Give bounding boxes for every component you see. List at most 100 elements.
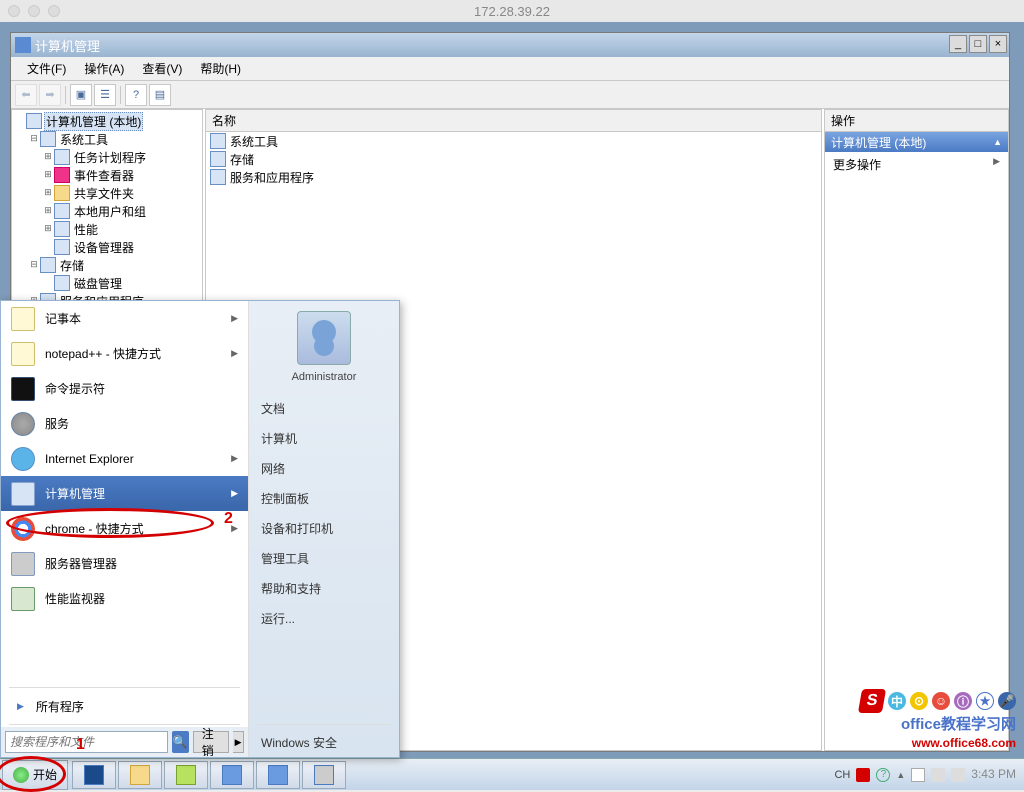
tree-shared-folders[interactable]: ⊞共享文件夹 <box>42 184 200 202</box>
servermgr-task-icon <box>222 765 242 785</box>
minimize-button[interactable]: _ <box>949 35 967 53</box>
start-search-button[interactable]: 🔍 <box>172 731 189 753</box>
start-right-help[interactable]: 帮助和支持 <box>249 573 399 603</box>
start-search-input[interactable] <box>5 731 168 753</box>
maximize-button[interactable]: □ <box>969 35 987 53</box>
tree-event-viewer[interactable]: ⊞事件查看器 <box>42 166 200 184</box>
mgmt-app-icon <box>15 37 31 53</box>
start-right-admin-tools[interactable]: 管理工具 <box>249 543 399 573</box>
nav-back-button: ⬅ <box>15 84 37 106</box>
task-explorer[interactable] <box>118 761 162 789</box>
start-right-documents[interactable]: 文档 <box>249 393 399 423</box>
tree-performance[interactable]: ⊞性能 <box>42 220 200 238</box>
tray-network-icon[interactable] <box>931 768 945 782</box>
tray-sound-icon[interactable] <box>951 768 965 782</box>
watermark: S 中 ⊙ ☺ ⓘ ★ 🎤 office教程学习网 www.office68.c… <box>860 689 1016 750</box>
task-powershell[interactable] <box>72 761 116 789</box>
start-button[interactable]: 开始 <box>2 760 68 790</box>
notepadpp-task-icon <box>176 765 196 785</box>
up-button[interactable]: ▣ <box>70 84 92 106</box>
tree-local-users[interactable]: ⊞本地用户和组 <box>42 202 200 220</box>
start-right-computer[interactable]: 计算机 <box>249 423 399 453</box>
start-logout-more[interactable]: ▶ <box>233 731 244 753</box>
start-item-notepadpp[interactable]: notepad++ - 快捷方式▶ <box>1 336 248 371</box>
actions-panel: 操作 计算机管理 (本地)▲ 更多操作▶ <box>824 109 1009 751</box>
ie-icon <box>11 447 35 471</box>
menu-view[interactable]: 查看(V) <box>134 58 190 79</box>
tree-system-tools[interactable]: ⊟系统工具 <box>28 130 200 148</box>
tree-task-scheduler[interactable]: ⊞任务计划程序 <box>42 148 200 166</box>
start-item-perfmon[interactable]: 性能监视器 <box>1 581 248 616</box>
tree-disk-mgmt[interactable]: 磁盘管理 <box>42 274 200 292</box>
tools-icon <box>210 133 226 149</box>
start-item-services[interactable]: 服务 <box>1 406 248 441</box>
services-icon <box>11 412 35 436</box>
mgmt-titlebar[interactable]: 计算机管理 _ □ × <box>11 33 1009 57</box>
user-avatar[interactable] <box>297 311 351 365</box>
cmd-icon <box>11 377 35 401</box>
start-all-programs[interactable]: ▶所有程序 <box>1 690 248 722</box>
start-right-network[interactable]: 网络 <box>249 453 399 483</box>
task-other[interactable] <box>302 761 346 789</box>
compmgmt-task-icon <box>268 765 288 785</box>
refresh-button[interactable]: ▤ <box>149 84 171 106</box>
tray-help-icon[interactable]: ? <box>876 768 890 782</box>
annotation-number-2: 2 <box>224 510 233 528</box>
tray-clock[interactable]: 3:43 PM <box>971 769 1016 781</box>
remote-host-title: 172.28.39.22 <box>0 4 1024 19</box>
help-button[interactable]: ? <box>125 84 147 106</box>
actions-more[interactable]: 更多操作▶ <box>825 152 1008 177</box>
task-servermgr[interactable] <box>210 761 254 789</box>
actions-context: 计算机管理 (本地)▲ <box>825 132 1008 152</box>
user-name[interactable]: Administrator <box>249 371 399 383</box>
explorer-icon <box>130 765 150 785</box>
close-button[interactable]: × <box>989 35 1007 53</box>
nav-fwd-button: ➡ <box>39 84 61 106</box>
actions-header: 操作 <box>825 110 1008 132</box>
start-logout-button[interactable]: 注销 <box>193 731 229 753</box>
compmgmt-icon <box>11 482 35 506</box>
menu-action[interactable]: 操作(A) <box>76 58 132 79</box>
chrome-icon <box>11 517 35 541</box>
start-orb-icon <box>13 767 29 783</box>
watermark-logo-icon: S <box>858 689 886 713</box>
start-right-win-security[interactable]: Windows 安全 <box>249 727 399 757</box>
mgmt-toolbar: ⬅ ➡ ▣ ☰ ? ▤ <box>11 81 1009 109</box>
tray-ime-icon[interactable] <box>856 768 870 782</box>
properties-button[interactable]: ☰ <box>94 84 116 106</box>
start-item-notepad[interactable]: 记事本▶ <box>1 301 248 336</box>
tree-device-manager[interactable]: 设备管理器 <box>42 238 200 256</box>
list-item[interactable]: 服务和应用程序 <box>206 168 821 186</box>
start-right-run[interactable]: 运行... <box>249 603 399 633</box>
start-item-cmd[interactable]: 命令提示符 <box>1 371 248 406</box>
start-right-devices[interactable]: 设备和打印机 <box>249 513 399 543</box>
tree-storage[interactable]: ⊟存储 <box>28 256 200 274</box>
tray-flag-icon[interactable] <box>911 768 925 782</box>
taskbar: 开始 CH ? ▲ 3:43 PM <box>0 758 1024 790</box>
start-item-chrome[interactable]: chrome - 快捷方式▶ <box>1 511 248 546</box>
task-notepadpp[interactable] <box>164 761 208 789</box>
tray-expand-icon[interactable]: ▲ <box>896 770 905 780</box>
mac-titlebar: 172.28.39.22 <box>0 0 1024 22</box>
servermgr-icon <box>11 552 35 576</box>
start-right-control-panel[interactable]: 控制面板 <box>249 483 399 513</box>
storage-icon <box>210 151 226 167</box>
tree-root[interactable]: 计算机管理 (本地) <box>14 112 200 130</box>
tray-lang[interactable]: CH <box>834 769 850 781</box>
menu-help[interactable]: 帮助(H) <box>192 58 249 79</box>
perfmon-icon <box>11 587 35 611</box>
services-icon <box>210 169 226 185</box>
menu-file[interactable]: 文件(F) <box>19 58 74 79</box>
start-menu: 记事本▶ notepad++ - 快捷方式▶ 命令提示符 服务 Internet… <box>0 300 400 758</box>
start-item-ie[interactable]: Internet Explorer▶ <box>1 441 248 476</box>
list-item[interactable]: 存储 <box>206 150 821 168</box>
start-item-servermgr[interactable]: 服务器管理器 <box>1 546 248 581</box>
annotation-number-1: 1 <box>76 736 85 754</box>
list-header-name[interactable]: 名称 <box>206 110 821 132</box>
start-item-compmgmt[interactable]: 计算机管理▶ <box>1 476 248 511</box>
task-compmgmt[interactable] <box>256 761 300 789</box>
mgmt-title: 计算机管理 <box>35 36 100 55</box>
mgmt-menubar: 文件(F) 操作(A) 查看(V) 帮助(H) <box>11 57 1009 81</box>
notepad-icon <box>11 307 35 331</box>
list-item[interactable]: 系统工具 <box>206 132 821 150</box>
